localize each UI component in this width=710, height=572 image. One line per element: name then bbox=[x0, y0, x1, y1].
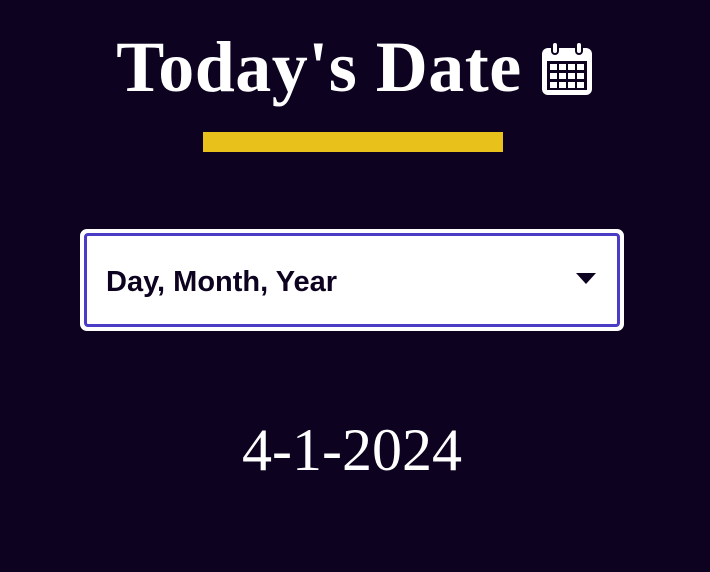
title-underline bbox=[203, 132, 503, 152]
date-output: 4-1-2024 bbox=[242, 417, 462, 483]
page-title: Today's Date bbox=[116, 27, 522, 107]
page: Today's Date Day, Month, Year 4-1-2024 bbox=[0, 0, 710, 572]
date-format-select[interactable]: Day, Month, Year bbox=[80, 229, 624, 331]
date-format-select-value: Day, Month, Year bbox=[106, 266, 337, 298]
header: Today's Date bbox=[0, 22, 710, 112]
date-format-select-field[interactable]: Day, Month, Year bbox=[84, 233, 620, 327]
chevron-down-icon[interactable] bbox=[576, 273, 596, 284]
calendar-icon bbox=[540, 41, 594, 97]
